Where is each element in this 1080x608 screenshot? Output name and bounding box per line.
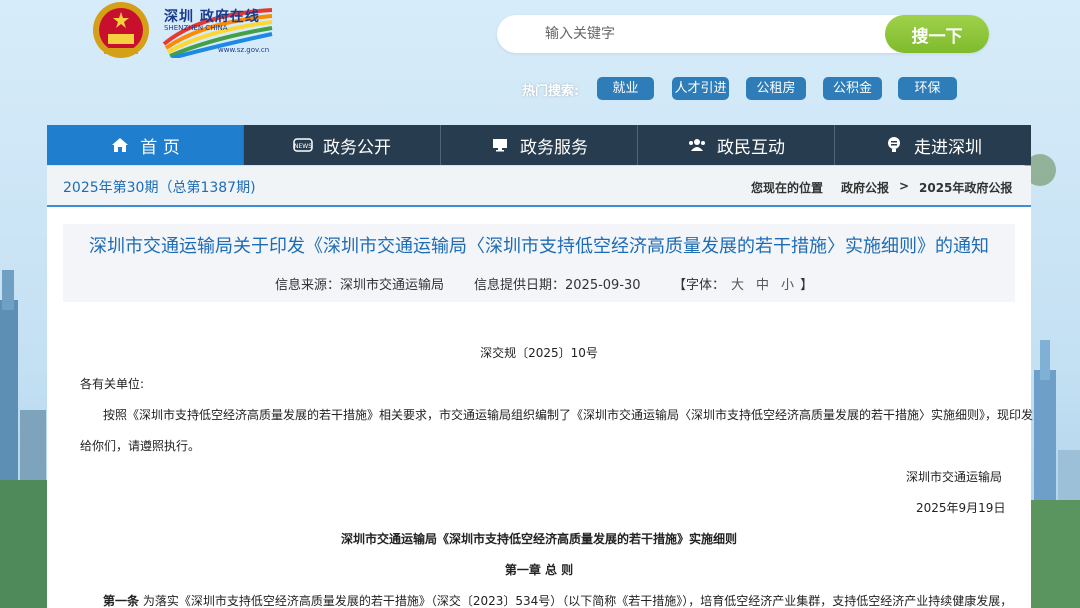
logo-url: www.sz.gov.cn — [218, 46, 270, 54]
search-box: 搜一下 — [497, 15, 989, 53]
breadcrumb-separator: > — [899, 179, 910, 193]
hot-tag-fund[interactable]: 公积金 — [823, 77, 882, 100]
page-title: 深圳市交通运输局关于印发《深圳市交通运输局〈深圳市支持低空经济高质量发展的若干措… — [89, 236, 989, 257]
svg-text:NEWS: NEWS — [294, 143, 312, 150]
nav-item-gov-affairs[interactable]: NEWS 政务公开 — [244, 125, 441, 165]
nav-label-explore-shenzhen: 走进深圳 — [914, 137, 982, 158]
article-header: 深圳市交通运输局关于印发《深圳市交通运输局〈深圳市支持低空经济高质量发展的若干措… — [63, 224, 1015, 302]
people-icon — [687, 135, 707, 155]
national-emblem-icon — [93, 2, 149, 58]
issue-number: 2025年第30期（总第1387期) — [63, 180, 256, 196]
article-1: 第一条 为落实《深圳市支持低空经济高质量发展的若干措施》（深交〔2023〕534… — [103, 592, 1023, 608]
logo-title: 深圳 政府在线 — [164, 9, 260, 25]
hot-tag-talent[interactable]: 人才引进 — [672, 77, 729, 100]
nav-label-home: 首 页 — [140, 137, 180, 158]
article-panel: 2025年第30期（总第1387期) 您现在的位置 政府公报 > 2025年政府… — [47, 166, 1034, 608]
main-nav: 首 页 NEWS 政务公开 政务服务 政民互动 走进深圳 — [47, 125, 1031, 165]
font-medium-button[interactable]: 中 — [756, 278, 769, 293]
font-size-control: 【字体： 大中小】 — [673, 274, 813, 293]
nav-label-interaction: 政民互动 — [717, 137, 785, 158]
font-large-button[interactable]: 大 — [731, 278, 744, 293]
body-paragraph-1: 按照《深圳市支持低空经济高质量发展的若干措施》相关要求，市交通运输局组织编制了《… — [103, 408, 1034, 422]
issue-bar: 2025年第30期（总第1387期) 您现在的位置 政府公报 > 2025年政府… — [47, 166, 1031, 207]
salutation: 各有关单位: — [80, 377, 145, 391]
body-paragraph-2: 给你们，请遵照执行。 — [80, 439, 201, 453]
info-date: 信息提供日期：2025-09-30 — [474, 278, 641, 293]
breadcrumb-prefix: 您现在的位置 — [751, 181, 824, 195]
section-title: 深圳市交通运输局《深圳市支持低空经济高质量发展的若干措施》实施细则 — [340, 532, 737, 546]
hot-tag-jobs[interactable]: 就业 — [597, 77, 654, 100]
sign-date: 2025年9月19日 — [916, 501, 1006, 515]
search-button[interactable]: 搜一下 — [885, 15, 989, 53]
document-number: 深交规〔2025〕10号 — [480, 346, 598, 360]
nav-item-explore-shenzhen[interactable]: 走进深圳 — [835, 125, 1031, 165]
signature: 深圳市交通运输局 — [906, 470, 1003, 484]
logo-english: SHENZHEN CHINA — [164, 24, 228, 32]
breadcrumb-gov-gazette[interactable]: 政府公报 — [841, 179, 889, 196]
nav-label-gov-affairs: 政务公开 — [323, 137, 391, 158]
search-input[interactable] — [517, 15, 877, 53]
info-source: 信息来源：深圳市交通运输局 — [275, 278, 445, 293]
pin-icon — [884, 135, 904, 155]
font-label-open: 【字体： — [673, 278, 726, 293]
nav-item-home[interactable]: 首 页 — [47, 125, 244, 165]
monitor-icon — [490, 135, 510, 155]
nav-item-gov-services[interactable]: 政务服务 — [441, 125, 638, 165]
article-1-label: 第一条 — [103, 594, 140, 608]
hot-tag-environment[interactable]: 环保 — [898, 77, 957, 100]
news-icon: NEWS — [293, 135, 313, 155]
breadcrumb-2025-gazette[interactable]: 2025年政府公报 — [919, 179, 1012, 196]
hot-search-label: 热门搜索: — [522, 84, 580, 99]
article-1-text: 为落实《深圳市支持低空经济高质量发展的若干措施》（深交〔2023〕534号）（以… — [142, 594, 1013, 608]
font-label-close: 】 — [800, 278, 814, 293]
home-icon — [110, 135, 130, 155]
chapter-heading: 第一章 总 则 — [504, 563, 574, 577]
hot-tag-housing[interactable]: 公租房 — [746, 77, 806, 100]
nav-item-interaction[interactable]: 政民互动 — [638, 125, 835, 165]
font-small-button[interactable]: 小 — [781, 278, 794, 293]
nav-label-gov-services: 政务服务 — [520, 137, 588, 158]
site-header: 深圳 政府在线 SHENZHEN CHINA www.sz.gov.cn 搜一下… — [0, 0, 1080, 124]
